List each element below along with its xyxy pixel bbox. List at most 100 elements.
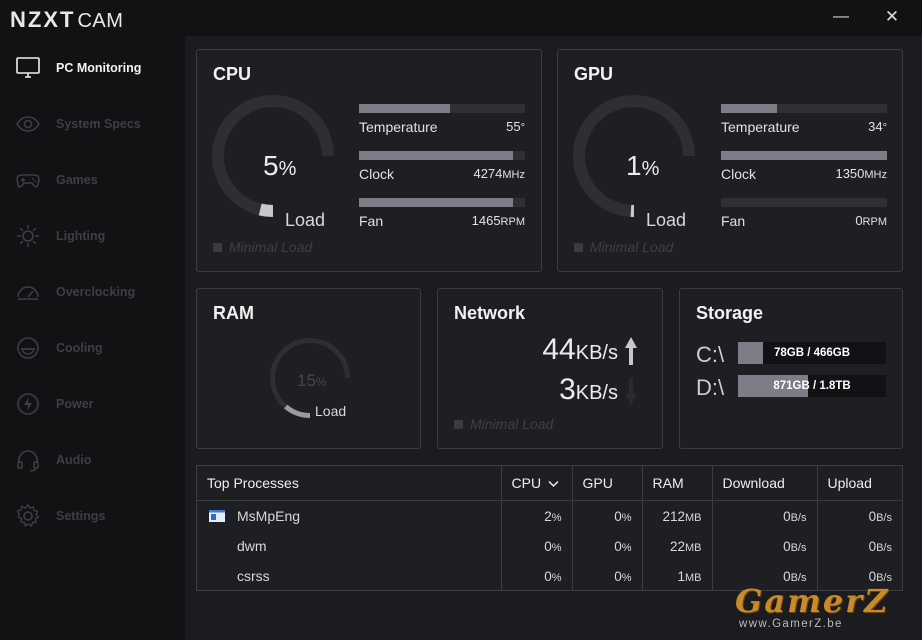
network-download-value: 44KB/s	[542, 333, 618, 367]
network-upload-number: 3	[559, 373, 576, 406]
logo-product: CAM	[77, 10, 124, 32]
metric-unit: RPM	[862, 216, 887, 228]
sidebar-item-lighting[interactable]: Lighting	[0, 216, 185, 256]
process-download-cell: 0B/s	[711, 531, 817, 561]
cpu-temperature-metric: Temperature 55°	[359, 104, 525, 135]
cpu-fan-metric: Fan 1465RPM	[359, 198, 525, 229]
process-cpu-cell: 0%	[500, 531, 572, 561]
gpu-minimal-load: Minimal Load	[574, 239, 673, 255]
sidebar-item-overclocking[interactable]: Overclocking	[0, 272, 185, 312]
sidebar-item-system-specs[interactable]: System Specs	[0, 104, 185, 144]
close-button[interactable]: ✕	[877, 6, 907, 28]
gpu-load-label: Load	[646, 210, 687, 230]
gpu-clock-metric: Clock 1350MHz	[721, 151, 887, 182]
cpu-card: CPU 5% Load Minimal Load Temperature 55° …	[196, 49, 542, 272]
column-header-gpu[interactable]: GPU	[571, 466, 642, 501]
sidebar-item-power[interactable]: Power	[0, 384, 185, 424]
network-minimal-load: Minimal Load	[454, 416, 553, 432]
sidebar-item-label: Audio	[56, 453, 92, 467]
cell-value: 0	[544, 538, 552, 554]
table-row[interactable]: dwm 0% 0% 22MB 0B/s 0B/s	[197, 531, 902, 561]
metric-label: Fan	[721, 213, 746, 229]
ram-title: RAM	[213, 303, 254, 323]
cell-value: 0	[783, 538, 791, 554]
cell-unit: %	[621, 571, 632, 584]
arrow-up-icon	[625, 337, 637, 365]
cpu-load-unit: %	[278, 158, 297, 180]
network-title: Network	[454, 303, 526, 323]
cpu-clock-metric: Clock 4274MHz	[359, 151, 525, 182]
metric-bar	[721, 198, 887, 207]
cell-unit: B/s	[876, 541, 892, 554]
metric-bar	[721, 151, 887, 160]
minimal-load-label: Minimal Load	[590, 239, 674, 255]
top-processes-table: Top Processes CPU GPU RAM Download Uploa…	[196, 465, 903, 591]
gauge-fill	[284, 404, 311, 418]
headset-icon	[15, 447, 41, 473]
sidebar-item-settings[interactable]: Settings	[0, 496, 185, 536]
metric-unit: °	[882, 122, 887, 134]
network-upload-value: 3KB/s	[559, 373, 618, 407]
process-name: csrss	[237, 568, 270, 584]
metric-label: Temperature	[721, 119, 800, 135]
column-header-ram[interactable]: RAM	[641, 466, 712, 501]
sidebar-item-label: PC Monitoring	[56, 61, 142, 75]
metric-bar	[359, 198, 525, 207]
metric-label: Clock	[721, 166, 757, 182]
sidebar-item-pc-monitoring[interactable]: PC Monitoring	[0, 48, 185, 88]
process-ram-cell: 22MB	[641, 531, 712, 561]
minimize-button[interactable]: —	[826, 6, 856, 28]
metric-number: 0	[855, 213, 863, 228]
drive-usage-text: 78GB / 466GB	[773, 347, 851, 359]
ram-load-value: 15%	[297, 371, 327, 391]
table-row[interactable]: MsMpEng 2% 0% 212MB 0B/s 0B/s	[197, 500, 902, 531]
sidebar-item-label: System Specs	[56, 117, 141, 131]
metric-bar-fill	[359, 198, 514, 207]
metric-number: 55	[506, 119, 521, 134]
column-header-download[interactable]: Download	[711, 466, 817, 501]
metric-value: 0RPM	[855, 213, 887, 229]
ram-load-unit: %	[315, 375, 327, 389]
cell-unit: B/s	[790, 541, 807, 554]
column-header-upload[interactable]: Upload	[816, 466, 902, 501]
metric-value: 1465RPM	[472, 213, 525, 229]
process-ram-cell: 212MB	[641, 500, 712, 531]
ram-load-label: Load	[315, 403, 347, 419]
cell-value: 0	[544, 568, 552, 584]
watermark: GamerZ www.GamerZ.be	[735, 584, 915, 630]
logo-brand: NZXT	[10, 7, 76, 32]
gamepad-icon	[15, 167, 41, 193]
metric-label: Temperature	[359, 119, 438, 135]
column-header-label: CPU	[511, 475, 542, 491]
column-header-cpu[interactable]: CPU	[500, 466, 572, 501]
gpu-title: GPU	[574, 64, 614, 84]
sidebar-item-cooling[interactable]: Cooling	[0, 328, 185, 368]
process-name-cell: csrss	[197, 561, 501, 591]
sidebar-item-audio[interactable]: Audio	[0, 440, 185, 480]
process-cpu-cell: 2%	[500, 500, 572, 531]
minimal-load-dot	[454, 419, 463, 429]
ram-card: RAM 15% Load	[196, 288, 421, 449]
cell-value: 2	[544, 508, 552, 524]
watermark-logo-text: GamerZ	[735, 582, 890, 620]
metric-bar-fill	[721, 151, 887, 160]
gpu-load-number: 1	[626, 150, 642, 181]
minimal-load-label: Minimal Load	[470, 416, 554, 432]
lightning-icon	[15, 391, 41, 417]
fan-icon	[15, 335, 41, 361]
process-ram-cell: 1MB	[641, 561, 712, 591]
metric-value: 4274MHz	[473, 166, 525, 182]
metric-unit: MHz	[502, 169, 525, 181]
cpu-load-value: 5%	[263, 150, 296, 182]
sidebar: PC Monitoring System Specs Games Lightin…	[0, 36, 185, 640]
metric-number: 34	[868, 119, 883, 134]
cell-value: 0	[614, 568, 622, 584]
eye-icon	[15, 111, 41, 137]
gpu-temperature-metric: Temperature 34°	[721, 104, 887, 135]
minimal-load-dot	[213, 242, 222, 252]
metric-label: Clock	[359, 166, 395, 182]
sidebar-item-games[interactable]: Games	[0, 160, 185, 200]
sidebar-item-label: Power	[56, 397, 94, 411]
storage-card: Storage C:\ 78GB / 466GB D:\ 871GB / 1.8…	[679, 288, 903, 449]
column-header-process[interactable]: Top Processes	[197, 466, 501, 501]
